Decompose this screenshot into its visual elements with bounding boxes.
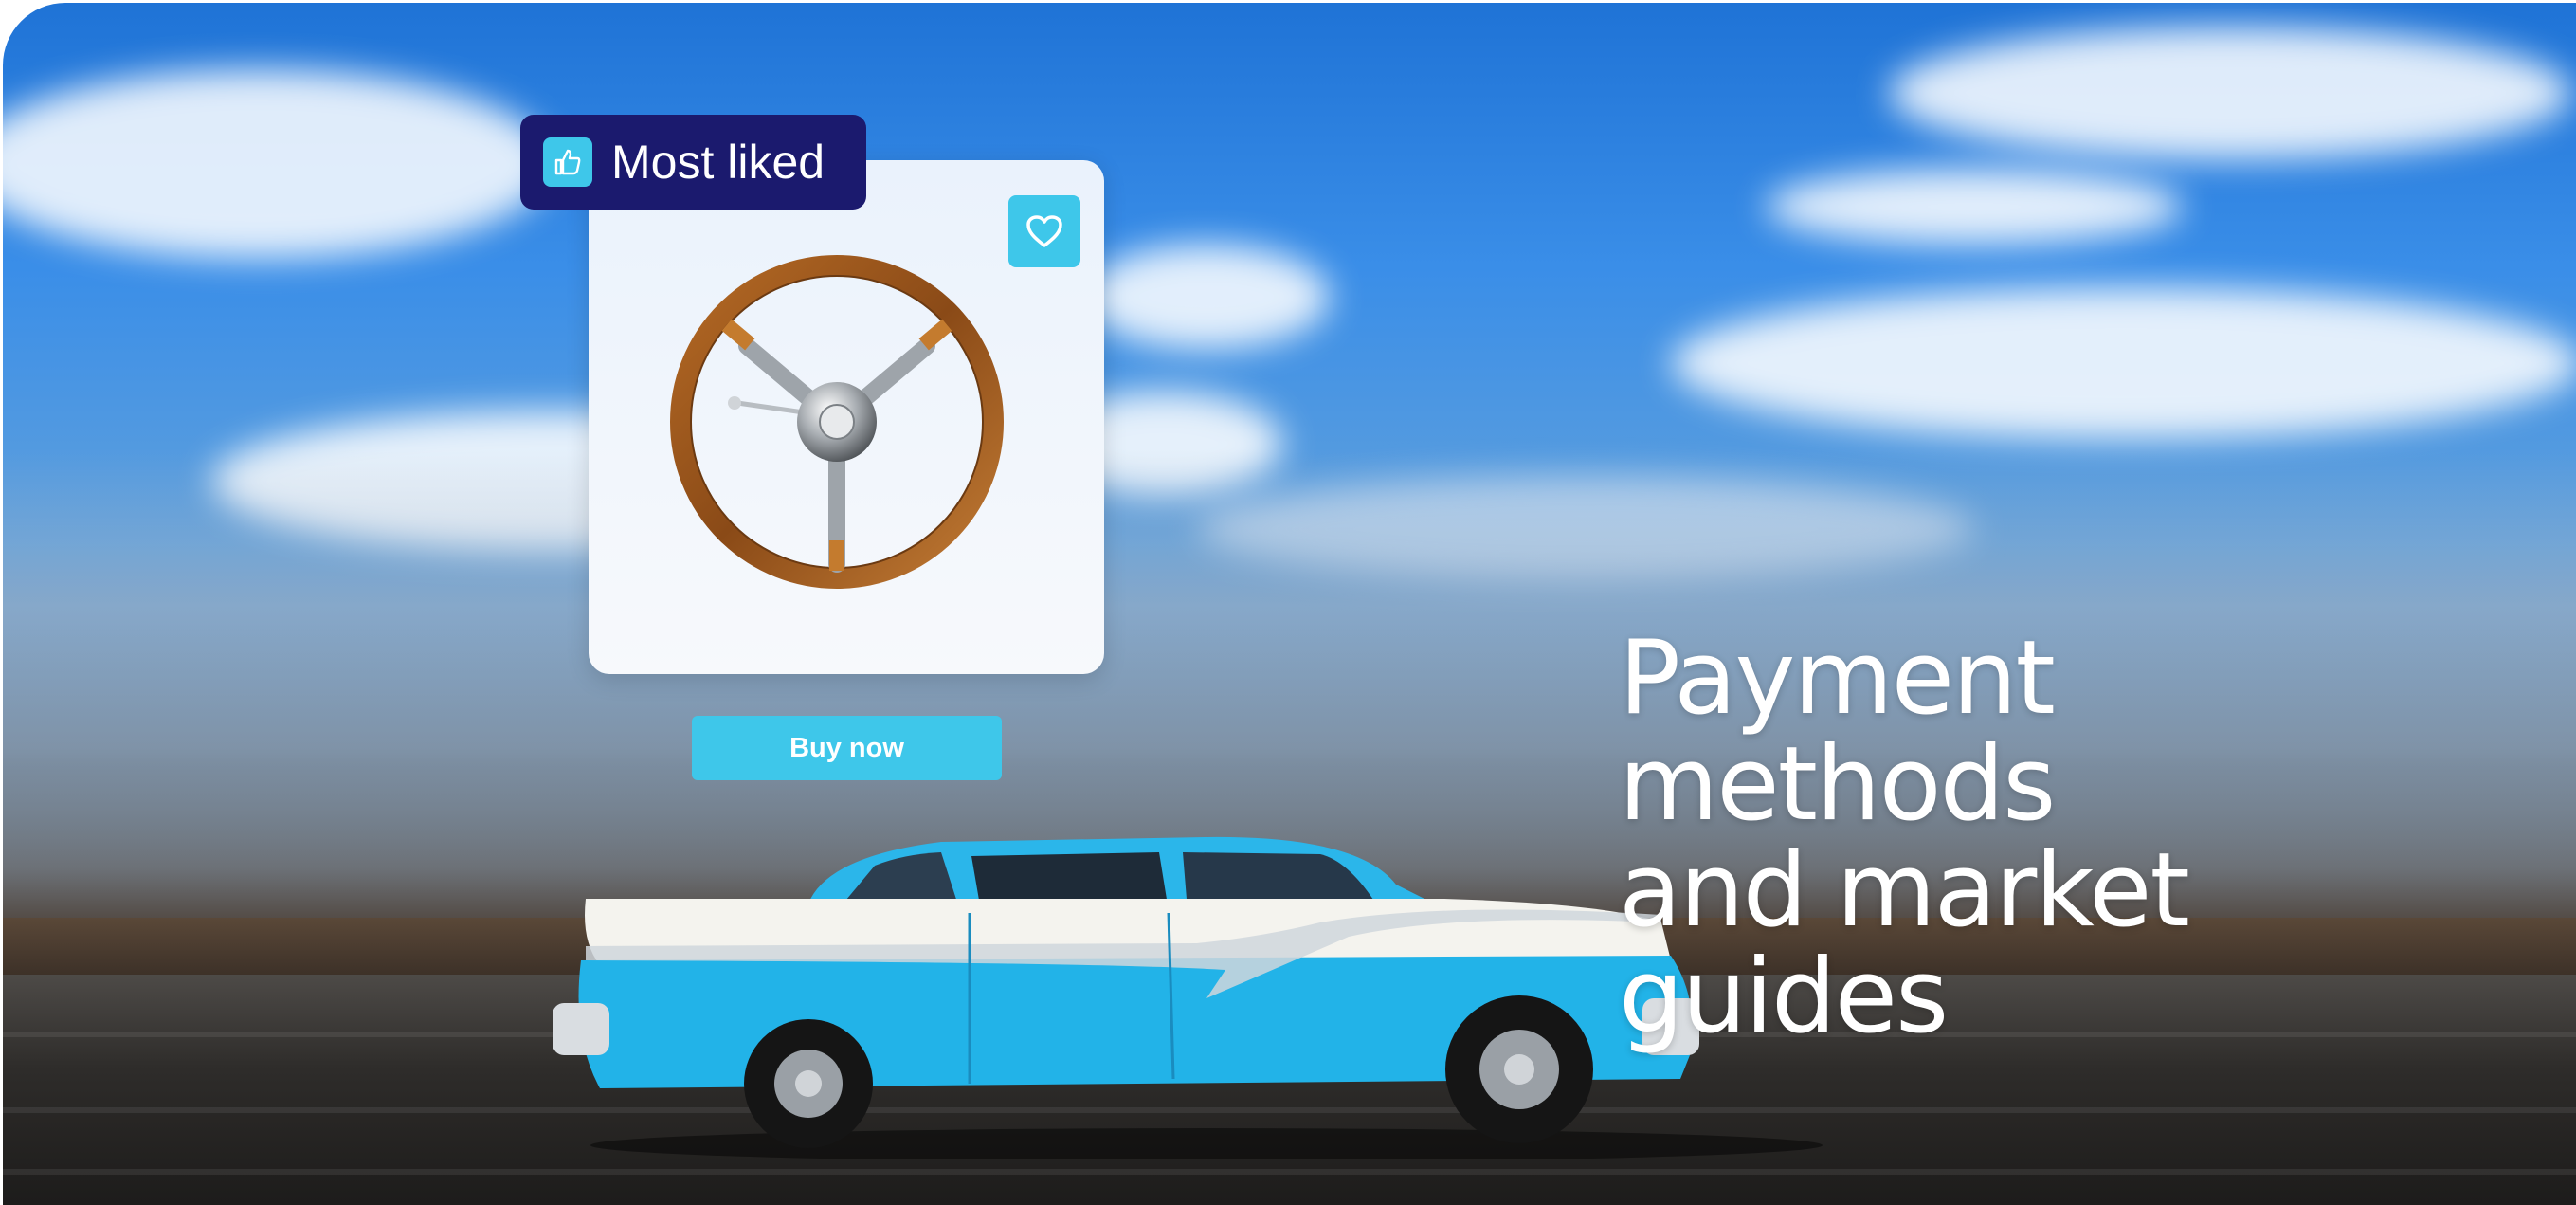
cloud <box>1083 245 1330 349</box>
road-streak <box>3 1169 2576 1175</box>
favorite-button[interactable] <box>1008 195 1080 267</box>
steering-wheel-image <box>670 255 1004 589</box>
cloud <box>1889 27 2571 159</box>
cloud <box>1671 287 2576 439</box>
thumbs-up-badge-icon <box>543 137 592 187</box>
heart-icon <box>1026 215 1062 247</box>
cloud <box>3 69 553 259</box>
thumbs-up-icon <box>554 149 581 175</box>
most-liked-badge: Most liked <box>520 115 866 210</box>
headline-line-1: Payment methods <box>1619 619 2056 844</box>
buy-now-button[interactable]: Buy now <box>692 716 1002 780</box>
page-headline: Payment methods and market guides <box>1619 626 2510 1050</box>
headline-line-2: and market guides <box>1619 831 2190 1056</box>
cloud <box>1766 169 2183 245</box>
hero-banner: Most liked Buy now Payment methods and m… <box>3 3 2576 1205</box>
badge-label: Most liked <box>611 136 825 189</box>
